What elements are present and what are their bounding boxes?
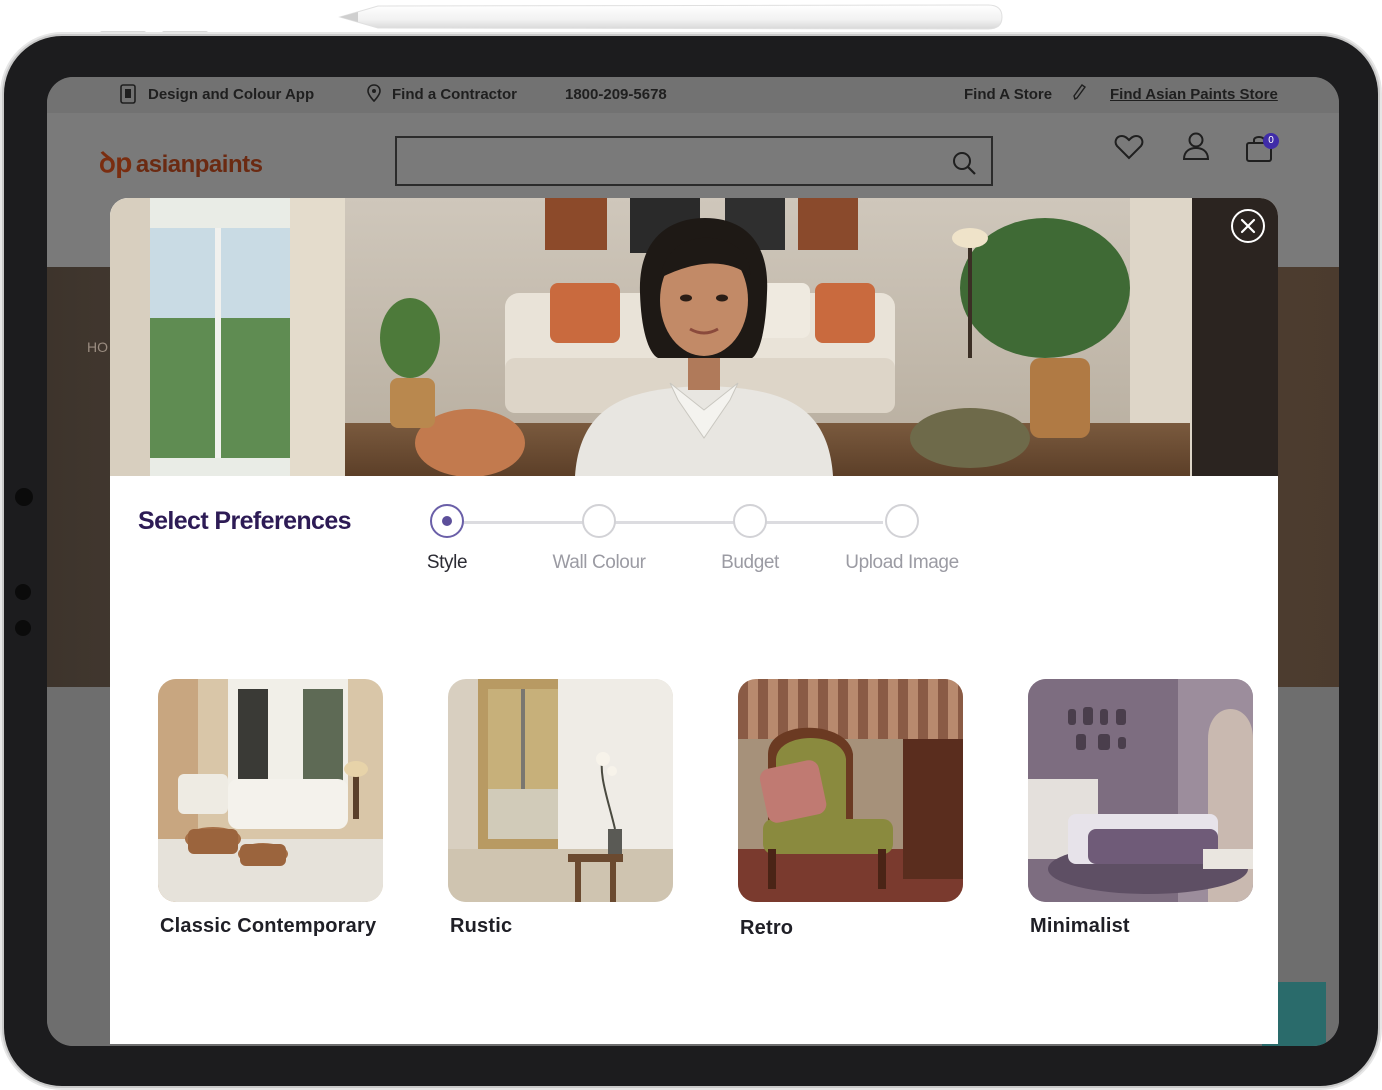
modal-title: Select Preferences <box>138 507 352 535</box>
classic-contemporary-image[interactable] <box>158 679 383 902</box>
close-button[interactable] <box>1231 209 1265 243</box>
style-card-minimalist[interactable]: Minimalist <box>1028 679 1253 937</box>
camera-dot <box>15 620 31 636</box>
camera-dot <box>15 584 31 600</box>
stepper-track <box>463 521 883 524</box>
step-budget-circle[interactable] <box>733 504 767 538</box>
minimalist-image[interactable] <box>1028 679 1253 902</box>
style-label[interactable]: Minimalist <box>1030 915 1130 938</box>
pencil-icon <box>1072 83 1086 105</box>
brand-logo[interactable]: ꝺp asianpaints <box>99 143 263 181</box>
phone-number[interactable]: 1800-209-5678 <box>565 86 667 103</box>
search-icon[interactable] <box>951 150 977 176</box>
phone-app-icon <box>119 84 137 108</box>
step-wall-colour-circle[interactable] <box>582 504 616 538</box>
assistant-room-image <box>110 198 1278 476</box>
user-icon[interactable] <box>1182 131 1210 161</box>
search-input[interactable] <box>395 136 993 186</box>
stylus-pencil <box>338 4 1003 30</box>
find-store-link[interactable]: Find A Store <box>964 86 1052 103</box>
camera-dot <box>15 488 33 506</box>
logo-mark-icon: ꝺp <box>99 147 132 178</box>
cart-count-badge: 0 <box>1263 133 1279 149</box>
find-asian-paints-store-link[interactable]: Find Asian Paints Store <box>1110 86 1278 103</box>
find-contractor-link[interactable]: Find a Contractor <box>392 86 517 103</box>
step-wall-colour-label[interactable]: Wall Colour <box>552 552 645 574</box>
style-label[interactable]: Retro <box>740 917 793 940</box>
style-card-classic-contemporary[interactable]: Classic Contemporary <box>158 679 383 937</box>
retro-image[interactable] <box>738 679 963 902</box>
location-pin-icon <box>367 84 381 106</box>
step-upload-image-label[interactable]: Upload Image <box>845 552 959 574</box>
rustic-image[interactable] <box>448 679 673 902</box>
heart-icon[interactable] <box>1114 133 1144 161</box>
style-label[interactable]: Classic Contemporary <box>160 915 376 938</box>
style-card-rustic[interactable]: Rustic <box>448 679 673 937</box>
step-style-circle[interactable] <box>430 504 464 538</box>
step-style-label[interactable]: Style <box>427 552 468 574</box>
logo-text: asianpaints <box>135 151 263 178</box>
step-budget-label[interactable]: Budget <box>721 552 779 574</box>
design-app-link[interactable]: Design and Colour App <box>148 86 314 103</box>
style-label[interactable]: Rustic <box>450 915 512 938</box>
utility-bar: Design and Colour App Find a Contractor … <box>47 77 1339 113</box>
style-card-retro[interactable]: Retro <box>738 679 963 939</box>
close-icon[interactable] <box>1233 211 1263 241</box>
breadcrumb-hint: HO <box>87 339 108 355</box>
preferences-modal: Select Preferences Style Wall Colour Bud… <box>110 198 1278 1044</box>
step-upload-image-circle[interactable] <box>885 504 919 538</box>
